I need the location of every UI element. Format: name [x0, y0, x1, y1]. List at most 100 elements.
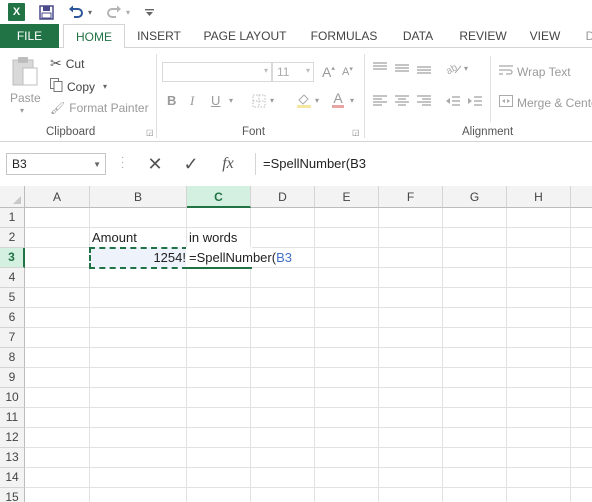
- format-painter-button[interactable]: 🖌 Format Painter: [50, 101, 149, 115]
- formula-bar-grip-icon[interactable]: · · ·: [121, 153, 124, 173]
- tab-data[interactable]: DATA: [396, 24, 440, 48]
- tab-view[interactable]: VIEW: [524, 24, 566, 48]
- cut-button[interactable]: ✂ Cut: [50, 55, 84, 72]
- align-top-icon[interactable]: [373, 62, 387, 74]
- column-header-a[interactable]: A: [25, 186, 90, 208]
- borders-icon[interactable]: [252, 94, 266, 108]
- row-header-10[interactable]: 10: [0, 388, 25, 408]
- column-header-e[interactable]: E: [315, 186, 379, 208]
- name-box[interactable]: B3 ▼: [6, 153, 106, 175]
- row-header-4[interactable]: 4: [0, 268, 25, 288]
- column-header-b[interactable]: B: [90, 186, 187, 208]
- tab-overflow[interactable]: D: [584, 24, 592, 48]
- wrap-text-icon: [499, 64, 513, 79]
- row-header-6[interactable]: 6: [0, 308, 25, 328]
- group-separator: [490, 56, 491, 122]
- borders-dropdown-icon[interactable]: ▾: [270, 96, 274, 105]
- row-header-3[interactable]: 3: [0, 248, 25, 268]
- name-box-dropdown-icon[interactable]: ▼: [93, 160, 101, 169]
- font-size-dropdown-icon[interactable]: ▾: [306, 66, 310, 75]
- font-size-combo[interactable]: 11 ▾: [272, 62, 314, 82]
- fill-color-dropdown-icon[interactable]: ▾: [315, 96, 319, 105]
- font-name-combo[interactable]: ▾: [162, 62, 272, 82]
- row-header-13[interactable]: 13: [0, 448, 25, 468]
- row-header-1[interactable]: 1: [0, 208, 25, 228]
- formula-input[interactable]: =SpellNumber(B3: [255, 153, 592, 175]
- copy-dropdown-icon[interactable]: ▾: [103, 82, 107, 91]
- tab-home[interactable]: HOME: [63, 24, 125, 49]
- scissors-icon: ✂: [50, 55, 62, 71]
- paste-button[interactable]: Paste: [10, 91, 41, 105]
- align-right-icon[interactable]: [417, 95, 431, 107]
- row-header-2[interactable]: 2: [0, 228, 25, 248]
- cell-c3[interactable]: =SpellNumber(B3: [189, 248, 292, 268]
- tab-formulas[interactable]: FORMULAS: [306, 24, 382, 48]
- ribbon-home: Paste ▾ ✂ Cut Copy ▾ 🖌 Format Painter Cl…: [0, 48, 592, 142]
- row-header-9[interactable]: 9: [0, 368, 25, 388]
- font-name-dropdown-icon[interactable]: ▾: [264, 66, 268, 75]
- redo-dropdown-icon[interactable]: ▾: [124, 3, 132, 21]
- undo-dropdown-icon[interactable]: ▾: [86, 3, 94, 21]
- cell-c2[interactable]: in words: [189, 228, 237, 248]
- gridline: [25, 387, 592, 388]
- align-left-icon[interactable]: [373, 95, 387, 107]
- insert-function-button[interactable]: fx: [214, 153, 242, 175]
- italic-button[interactable]: I: [190, 93, 194, 109]
- orientation-icon[interactable]: ab: [446, 61, 462, 75]
- paste-dropdown-icon[interactable]: ▾: [20, 106, 24, 115]
- align-middle-icon[interactable]: [395, 62, 409, 74]
- tab-insert[interactable]: INSERT: [131, 24, 187, 48]
- shrink-font-button[interactable]: A ▾: [342, 66, 353, 78]
- orientation-dropdown-icon[interactable]: ▾: [464, 64, 468, 73]
- gridline: [25, 307, 592, 308]
- merge-center-button[interactable]: Merge & Center: [499, 95, 592, 110]
- underline-button[interactable]: U: [211, 93, 220, 108]
- font-color-button[interactable]: A: [332, 91, 344, 108]
- column-header-g[interactable]: G: [443, 186, 507, 208]
- align-bottom-icon[interactable]: [417, 62, 431, 74]
- paste-icon[interactable]: [10, 54, 40, 88]
- column-header-i[interactable]: [571, 186, 592, 208]
- tab-review[interactable]: REVIEW: [456, 24, 510, 48]
- undo-icon[interactable]: [68, 3, 84, 21]
- font-launcher-icon[interactable]: ◲: [352, 128, 360, 137]
- gridline: [25, 287, 592, 288]
- column-header-f[interactable]: F: [379, 186, 443, 208]
- enter-formula-button[interactable]: ✓: [178, 153, 204, 175]
- cell-b3[interactable]: 1254!: [92, 248, 186, 268]
- row-header-8[interactable]: 8: [0, 348, 25, 368]
- quick-access-toolbar: X ▾ ▾: [0, 0, 592, 24]
- fill-color-icon[interactable]: [296, 92, 312, 108]
- underline-dropdown-icon[interactable]: ▾: [229, 96, 233, 105]
- select-all-button[interactable]: [0, 186, 25, 208]
- wrap-text-button[interactable]: Wrap Text: [499, 64, 571, 79]
- align-center-icon[interactable]: [395, 95, 409, 107]
- increase-indent-icon[interactable]: [468, 95, 482, 107]
- clipboard-launcher-icon[interactable]: ◲: [146, 128, 154, 137]
- row-header-15[interactable]: 15: [0, 488, 25, 502]
- font-color-dropdown-icon[interactable]: ▾: [350, 96, 354, 105]
- row-header-7[interactable]: 7: [0, 328, 25, 348]
- cell-b2[interactable]: Amount: [92, 228, 137, 248]
- grow-font-button[interactable]: A ▴: [322, 64, 335, 80]
- tab-file[interactable]: FILE: [0, 24, 59, 48]
- column-header-h[interactable]: H: [507, 186, 571, 208]
- row-header-14[interactable]: 14: [0, 468, 25, 488]
- column-header-c[interactable]: C: [187, 186, 251, 208]
- tab-page-layout[interactable]: PAGE LAYOUT: [199, 24, 291, 48]
- row-header-11[interactable]: 11: [0, 408, 25, 428]
- copy-button[interactable]: Copy ▾: [50, 78, 107, 95]
- bold-button[interactable]: B: [167, 93, 176, 108]
- customize-qat-icon[interactable]: [144, 3, 154, 21]
- decrease-indent-icon[interactable]: [446, 95, 460, 107]
- worksheet-grid[interactable]: A B C D E F G H 1 2 3 4 5 6 7 8 9 10 11 …: [0, 186, 592, 502]
- row-header-5[interactable]: 5: [0, 288, 25, 308]
- grow-font-icon: A: [322, 64, 332, 80]
- row-header-12[interactable]: 12: [0, 428, 25, 448]
- cancel-formula-button[interactable]: ✕: [142, 153, 168, 175]
- save-icon[interactable]: [38, 3, 54, 21]
- gridline: [442, 208, 443, 502]
- column-header-d[interactable]: D: [251, 186, 315, 208]
- formula-bar: B3 ▼ · · · ✕ ✓ fx =SpellNumber(B3: [0, 142, 592, 186]
- redo-icon[interactable]: [106, 3, 122, 21]
